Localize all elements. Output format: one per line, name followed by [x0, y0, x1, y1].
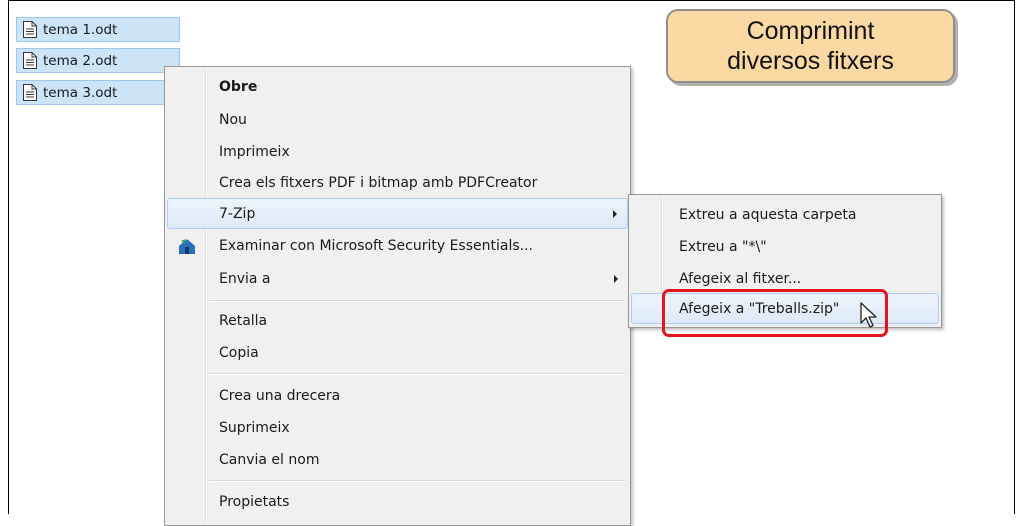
menu-item-label: Crea els fitxers PDF i bitmap amb PDFCre… [219, 174, 538, 191]
menu-separator [209, 300, 626, 302]
menu-item-label: Examinar con Microsoft Security Essentia… [219, 237, 533, 254]
menu-item-new[interactable]: Nou [167, 104, 628, 135]
document-icon [23, 21, 37, 38]
menu-item-print[interactable]: Imprimeix [167, 136, 628, 167]
banner-line-2: diversos fitxers [727, 47, 894, 75]
document-icon [23, 52, 37, 69]
file-name: tema 3.odt [43, 84, 118, 101]
menu-item-delete[interactable]: Suprimeix [167, 412, 628, 443]
menu-item-open[interactable]: Obre [167, 71, 628, 102]
menu-item-label: Obre [219, 78, 258, 95]
file-item-tema-3[interactable]: tema 3.odt [16, 80, 180, 105]
banner-line-1: Comprimint [746, 17, 875, 45]
highlight-annotation [662, 289, 888, 337]
menu-item-properties[interactable]: Propietats [167, 486, 628, 517]
menu-item-send-to[interactable]: Envia a [167, 263, 628, 294]
security-essentials-icon [179, 239, 195, 254]
menu-item-label: 7-Zip [219, 205, 256, 222]
menu-item-label: Canvia el nom [219, 451, 320, 468]
submenu-arrow-icon [614, 274, 618, 283]
menu-item-7zip[interactable]: 7-Zip [167, 198, 628, 229]
menu-item-label: Crea una drecera [219, 387, 341, 404]
menu-item-security-essentials[interactable]: Examinar con Microsoft Security Essentia… [167, 230, 628, 261]
submenu-item-label: Extreu a aquesta carpeta [679, 206, 857, 223]
menu-item-copy[interactable]: Copia [167, 337, 628, 368]
menu-separator [209, 373, 626, 375]
submenu-item-extract-to[interactable]: Extreu a "*\" [631, 231, 939, 262]
menu-item-cut[interactable]: Retalla [167, 305, 628, 336]
menu-item-create-shortcut[interactable]: Crea una drecera [167, 380, 628, 411]
menu-item-label: Copia [219, 344, 259, 361]
context-menu: Obre Nou Imprimeix Crea els fitxers PDF … [164, 66, 631, 526]
document-icon [23, 84, 37, 101]
menu-item-label: Retalla [219, 312, 268, 329]
file-name: tema 1.odt [43, 21, 118, 38]
menu-item-label: Propietats [219, 493, 290, 510]
menu-item-rename[interactable]: Canvia el nom [167, 444, 628, 475]
menu-item-label: Suprimeix [219, 419, 290, 436]
menu-item-label: Nou [219, 111, 247, 128]
menu-item-pdfcreator[interactable]: Crea els fitxers PDF i bitmap amb PDFCre… [167, 167, 628, 198]
menu-item-label: Envia a [219, 270, 271, 287]
mouse-cursor-icon [860, 302, 877, 328]
file-item-tema-2[interactable]: tema 2.odt [16, 48, 180, 73]
submenu-item-label: Afegeix al fitxer... [679, 270, 802, 287]
file-item-tema-1[interactable]: tema 1.odt [16, 17, 180, 42]
submenu-arrow-icon [613, 209, 617, 218]
submenu-item-label: Extreu a "*\" [679, 238, 767, 255]
submenu-item-extract-here[interactable]: Extreu a aquesta carpeta [631, 199, 939, 230]
file-name: tema 2.odt [43, 52, 118, 69]
title-banner: Comprimint diversos fitxers [666, 9, 955, 83]
menu-item-label: Imprimeix [219, 143, 290, 160]
menu-separator [209, 480, 626, 482]
